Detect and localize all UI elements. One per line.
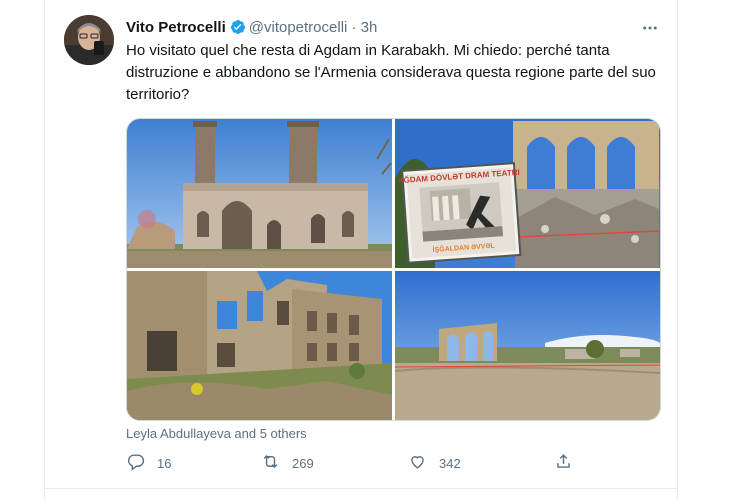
tweet-text: Ho visitato quel che resta di Agdam in K… [126, 42, 656, 103]
author-handle[interactable]: @vitopetrocelli [249, 19, 348, 36]
photo-arches-field[interactable] [395, 271, 660, 420]
photo-theatre-sign[interactable]: AĞDAM DÖVLƏT DRAM TEATRI İŞĞALDAN ƏVVƏL [395, 119, 660, 268]
retweet-icon [261, 452, 292, 474]
verified-badge-icon [230, 19, 246, 41]
photo-ruins[interactable] [127, 271, 392, 420]
media-grid: AĞDAM DÖVLƏT DRAM TEATRI İŞĞALDAN ƏVVƏL [126, 118, 661, 421]
like-button[interactable]: 342 [408, 452, 461, 474]
timestamp[interactable]: 3h [361, 19, 378, 36]
share-button[interactable] [554, 452, 585, 474]
liked-by-text[interactable]: Leyla Abdullayeva and 5 others [126, 426, 307, 441]
retweet-button[interactable]: 269 [261, 452, 314, 474]
share-icon [554, 452, 585, 474]
like-count: 342 [439, 455, 461, 471]
avatar[interactable] [64, 15, 114, 65]
reply-count: 16 [157, 455, 172, 471]
reply-icon [126, 452, 157, 474]
tweet-header: Vito Petrocelli @vitopetrocelli · 3h [126, 18, 377, 41]
reply-button[interactable]: 16 [126, 452, 171, 474]
retweet-count: 269 [292, 455, 314, 471]
heart-icon [408, 452, 439, 474]
photo-mosque[interactable] [127, 119, 392, 268]
separator: · [351, 19, 357, 36]
divider [44, 488, 678, 489]
more-options-icon[interactable] [636, 14, 664, 42]
author-name[interactable]: Vito Petrocelli [126, 19, 226, 36]
action-bar: 16 269 342 [126, 452, 586, 476]
